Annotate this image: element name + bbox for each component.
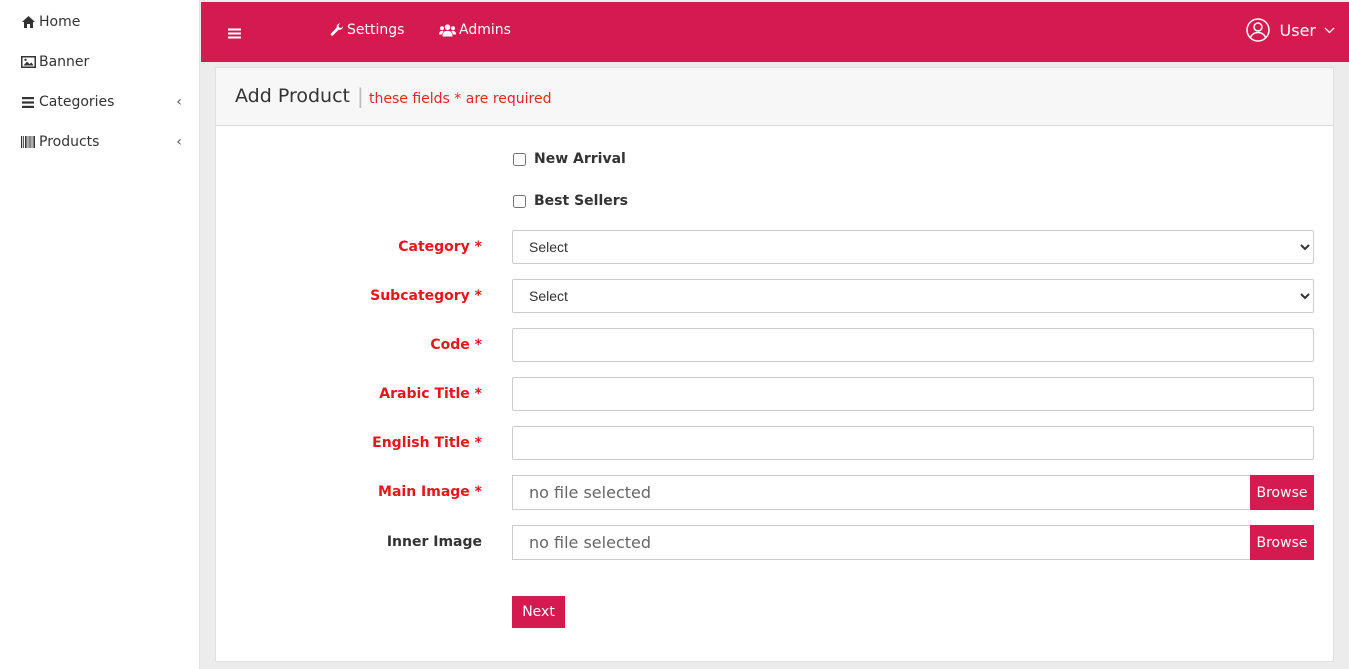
admins-link[interactable]: Admins [439, 22, 511, 38]
user-menu[interactable]: User [1245, 18, 1335, 42]
chevron-left-icon: ‹ [176, 94, 182, 110]
sidebar: Home Banner Categories ‹ Products ‹ [0, 0, 200, 669]
code-input[interactable] [512, 328, 1314, 362]
wrench-icon [330, 23, 344, 37]
list-icon [20, 95, 36, 109]
category-label: Category * [398, 239, 482, 255]
top-navbar: Settings Admins User [201, 2, 1349, 62]
new-arrival-label: New Arrival [534, 151, 626, 167]
sidebar-item-categories[interactable]: Categories ‹ [20, 92, 190, 112]
category-select[interactable]: Select [512, 230, 1314, 264]
sidebar-item-label: Banner [39, 54, 90, 70]
hamburger-icon[interactable] [228, 24, 242, 39]
home-icon [20, 15, 36, 29]
main-image-filename: no file selected [529, 483, 652, 502]
admins-label: Admins [459, 22, 511, 38]
inner-image-label: Inner Image [386, 534, 482, 550]
users-icon [439, 23, 456, 37]
best-sellers-checkbox[interactable] [513, 194, 526, 208]
settings-label: Settings [347, 22, 405, 38]
barcode-icon [20, 135, 36, 149]
main-image-browse-button[interactable]: Browse [1250, 475, 1314, 510]
main-image-file-input[interactable]: no file selected Browse [512, 475, 1314, 510]
title-separator: | [357, 84, 364, 108]
sidebar-item-label: Categories [39, 94, 115, 110]
code-label: Code * [430, 337, 482, 353]
main-image-label: Main Image * [378, 484, 482, 500]
subcategory-label: Subcategory * [370, 288, 482, 304]
arabic-title-input[interactable] [512, 377, 1314, 411]
next-button[interactable]: Next [512, 596, 565, 628]
user-avatar-icon [1245, 18, 1270, 42]
sidebar-item-banner[interactable]: Banner [20, 52, 190, 72]
card-header: Add Product | these fields * are require… [216, 68, 1333, 126]
new-arrival-checkbox-row[interactable]: New Arrival [513, 151, 626, 167]
new-arrival-checkbox[interactable] [513, 152, 526, 166]
page-title: Add Product [235, 85, 350, 107]
arabic-title-label: Arabic Title * [379, 386, 482, 402]
subcategory-select[interactable]: Select [512, 279, 1314, 313]
image-icon [20, 55, 36, 69]
chevron-down-icon [1324, 23, 1335, 37]
sidebar-item-label: Home [39, 14, 81, 30]
sidebar-item-products[interactable]: Products ‹ [20, 132, 190, 152]
sidebar-item-home[interactable]: Home [20, 12, 190, 32]
user-label: User [1279, 20, 1316, 40]
inner-image-filename: no file selected [529, 533, 652, 552]
inner-image-file-input[interactable]: no file selected Browse [512, 525, 1314, 560]
sidebar-item-label: Products [39, 134, 100, 150]
english-title-input[interactable] [512, 426, 1314, 460]
chevron-left-icon: ‹ [176, 134, 182, 150]
best-sellers-checkbox-row[interactable]: Best Sellers [513, 193, 628, 209]
best-sellers-label: Best Sellers [534, 193, 628, 209]
english-title-label: English Title * [372, 435, 482, 451]
add-product-card: Add Product | these fields * are require… [215, 67, 1334, 662]
settings-link[interactable]: Settings [330, 22, 404, 38]
inner-image-browse-button[interactable]: Browse [1250, 525, 1314, 560]
required-fields-note: these fields * are required [369, 91, 552, 107]
